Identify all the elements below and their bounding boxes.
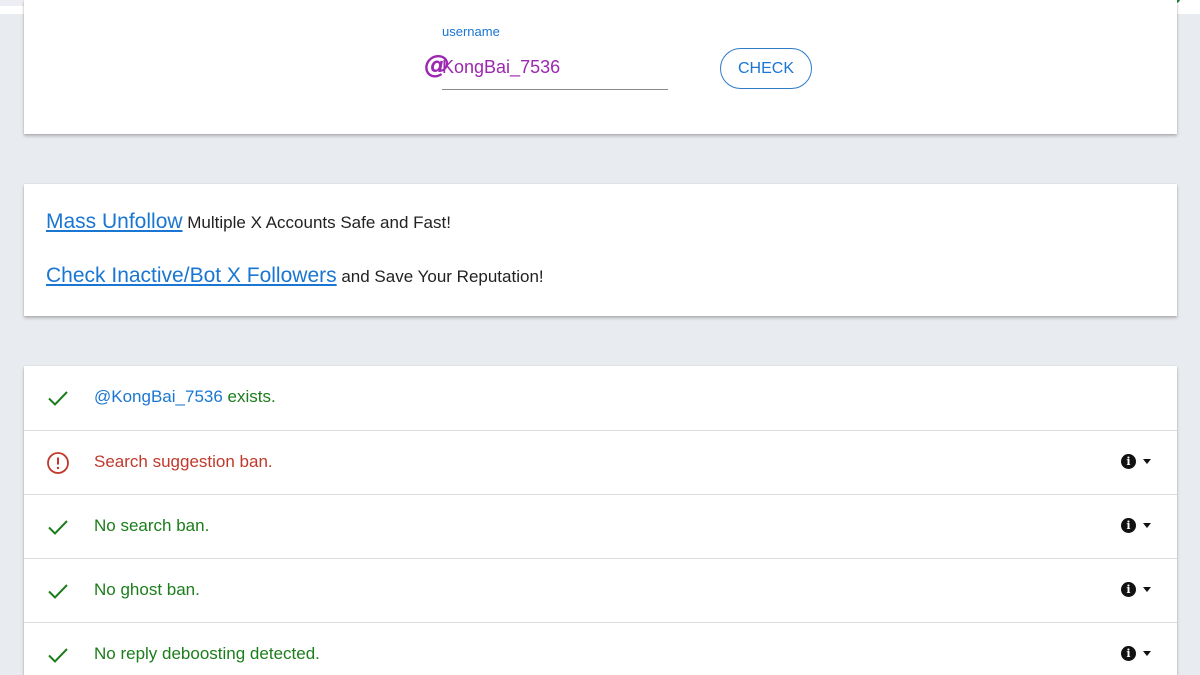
check-inactive-followers-link[interactable]: Check Inactive/Bot X Followers (46, 264, 337, 287)
username-input[interactable] (442, 50, 668, 90)
promo-line-2: Check Inactive/Bot X Followers and Save … (46, 264, 544, 288)
result-label: No reply deboosting detected. (94, 644, 320, 663)
results-card: @KongBai_7536 exists. Search suggestion … (24, 366, 1177, 675)
check-icon (48, 520, 68, 535)
mass-unfollow-link[interactable]: Mass Unfollow (46, 210, 183, 233)
promo-line-2-text: and Save Your Reputation! (336, 267, 544, 286)
details-toggle[interactable]: i (1121, 646, 1157, 664)
result-label: Search suggestion ban. (94, 452, 273, 471)
check-icon (48, 648, 68, 663)
promo-line-1: Mass Unfollow Multiple X Accounts Safe a… (46, 210, 451, 234)
caret-down-icon (1143, 523, 1151, 528)
username-card: @ username CHECK (24, 0, 1177, 134)
check-icon (48, 584, 68, 599)
exists-handle: @KongBai_7536 (94, 387, 223, 406)
info-icon: i (1121, 518, 1136, 533)
caret-down-icon (1143, 651, 1151, 656)
result-row-exists: @KongBai_7536 exists. (24, 366, 1177, 430)
result-row-reply-deboosting: No reply deboosting detected. i (24, 622, 1177, 675)
details-toggle[interactable]: i (1121, 454, 1157, 472)
check-button[interactable]: CHECK (720, 48, 812, 89)
exists-text: exists. (222, 387, 276, 406)
error-circle-icon (47, 452, 69, 474)
result-row-search-suggestion: Search suggestion ban. i (24, 430, 1177, 494)
result-label: No search ban. (94, 516, 210, 535)
result-row-ghost-ban: No ghost ban. i (24, 558, 1177, 622)
info-icon: i (1121, 454, 1136, 469)
username-label: username (442, 24, 500, 39)
result-label: No ghost ban. (94, 580, 200, 599)
promo-line-1-text: Multiple X Accounts Safe and Fast! (182, 213, 451, 232)
info-icon: i (1121, 582, 1136, 597)
promo-card: Mass Unfollow Multiple X Accounts Safe a… (24, 184, 1177, 316)
result-row-search-ban: No search ban. i (24, 494, 1177, 558)
caret-down-icon (1143, 459, 1151, 464)
exists-message: @KongBai_7536 exists. (94, 387, 276, 407)
details-toggle[interactable]: i (1121, 518, 1157, 536)
check-icon (48, 391, 68, 406)
info-icon: i (1121, 646, 1136, 661)
details-toggle[interactable]: i (1121, 582, 1157, 600)
caret-down-icon (1143, 587, 1151, 592)
